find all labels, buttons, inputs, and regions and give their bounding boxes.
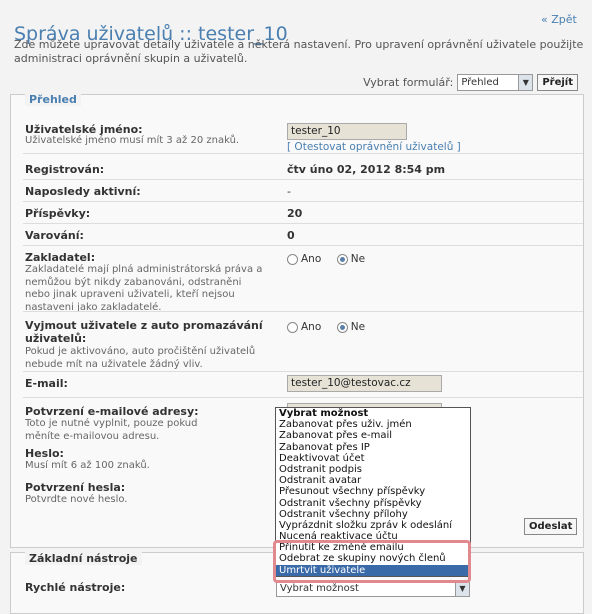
dropdown-option[interactable]: Odstranit všechny přílohy <box>276 509 470 520</box>
registered-value: čtv úno 02, 2012 8:54 pm <box>287 163 446 176</box>
divider <box>23 371 583 372</box>
form-select-label: Vybrat formulář: <box>363 76 454 89</box>
email-confirm-label: Potvrzení e-mailové adresy: <box>25 405 199 418</box>
divider <box>23 245 583 246</box>
form-select[interactable]: Přehled ▼ <box>457 74 534 91</box>
email-confirm-desc: Toto je nutné vyplnit, pouze pokud měnít… <box>25 418 198 442</box>
back-link[interactable]: « Zpět <box>541 13 577 26</box>
founder-no-radio[interactable]: Ne <box>336 253 365 265</box>
founder-radios: Ano Ne <box>287 253 377 268</box>
highlight-callout <box>273 540 471 583</box>
posts-label: Příspěvky: <box>25 207 91 220</box>
divider <box>23 179 583 180</box>
go-button[interactable]: Přejít <box>537 74 578 91</box>
dropdown-option[interactable]: Zabanovat přes IP <box>276 442 470 453</box>
prune-desc: Pokud je aktivováno, auto pročištění uži… <box>25 346 256 370</box>
password-confirm-label: Potvrzení hesla: <box>25 481 126 494</box>
dropdown-option[interactable]: Odstranit všechny příspěvky <box>276 498 470 509</box>
dropdown-option[interactable]: Vyprázdnit složku zpráv k odeslání <box>276 520 470 531</box>
posts-value: 20 <box>287 207 303 220</box>
chevron-down-icon: ▼ <box>455 581 469 596</box>
divider <box>23 397 583 398</box>
quick-tools-label: Rychlé nástroje: <box>25 581 126 594</box>
divider <box>23 311 583 312</box>
dropdown-option[interactable]: Vybrat možnost <box>276 408 470 419</box>
password-confirm-desc: Potvrdte nové heslo. <box>25 494 128 505</box>
tools-legend: Základní nástroje <box>25 552 142 565</box>
username-desc: Uživatelské jméno musí mít 3 až 20 znaků… <box>25 135 240 146</box>
last-active-label: Naposledy aktivní: <box>25 185 141 198</box>
founder-desc: Zakladatelé mají plná administrátorská p… <box>25 264 263 313</box>
email-field[interactable]: tester_10@testovac.cz <box>287 375 442 392</box>
prune-label: Vyjmout uživatele z auto promazávání uži… <box>25 319 263 345</box>
dropdown-option[interactable]: Odstranit podpis <box>276 464 470 475</box>
divider <box>23 223 583 224</box>
prune-yes-radio[interactable]: Ano <box>287 321 321 333</box>
prune-no-radio[interactable]: Ne <box>336 321 365 333</box>
password-label: Heslo: <box>25 447 64 460</box>
submit-button[interactable]: Odeslat <box>524 518 578 535</box>
warnings-label: Varování: <box>25 229 84 242</box>
divider <box>23 201 583 202</box>
chevron-down-icon: ▼ <box>518 75 533 90</box>
registered-label: Registrován: <box>25 163 105 176</box>
dropdown-option[interactable]: Zabanovat přes e-mail <box>276 430 470 441</box>
overview-legend: Přehled <box>25 93 81 106</box>
divider <box>23 153 583 154</box>
founder-label: Zakladatel: <box>25 251 96 264</box>
dropdown-option[interactable]: Deaktivovat účet <box>276 453 470 464</box>
dropdown-option[interactable]: Přesunout všechny příspěvky <box>276 486 470 497</box>
dropdown-option[interactable]: Zabanovat přes uživ. jmén <box>276 419 470 430</box>
dropdown-option[interactable]: Odstranit avatar <box>276 475 470 486</box>
username-field[interactable]: tester_10 <box>287 123 407 140</box>
test-permissions-link[interactable]: [ Otestovat oprávnění uživatelů ] <box>287 141 461 153</box>
password-desc: Musí mít 6 až 100 znaků. <box>25 460 150 471</box>
form-select-row: Vybrat formulář: Přehled ▼ Přejít <box>363 74 578 91</box>
email-label: E-mail: <box>25 377 68 390</box>
warnings-value: 0 <box>287 229 295 242</box>
last-active-value: - <box>287 185 291 198</box>
intro-text: Zde můžete upravovat detaily uživatele a… <box>14 38 584 65</box>
founder-yes-radio[interactable]: Ano <box>287 253 321 265</box>
prune-radios: Ano Ne <box>287 321 377 336</box>
